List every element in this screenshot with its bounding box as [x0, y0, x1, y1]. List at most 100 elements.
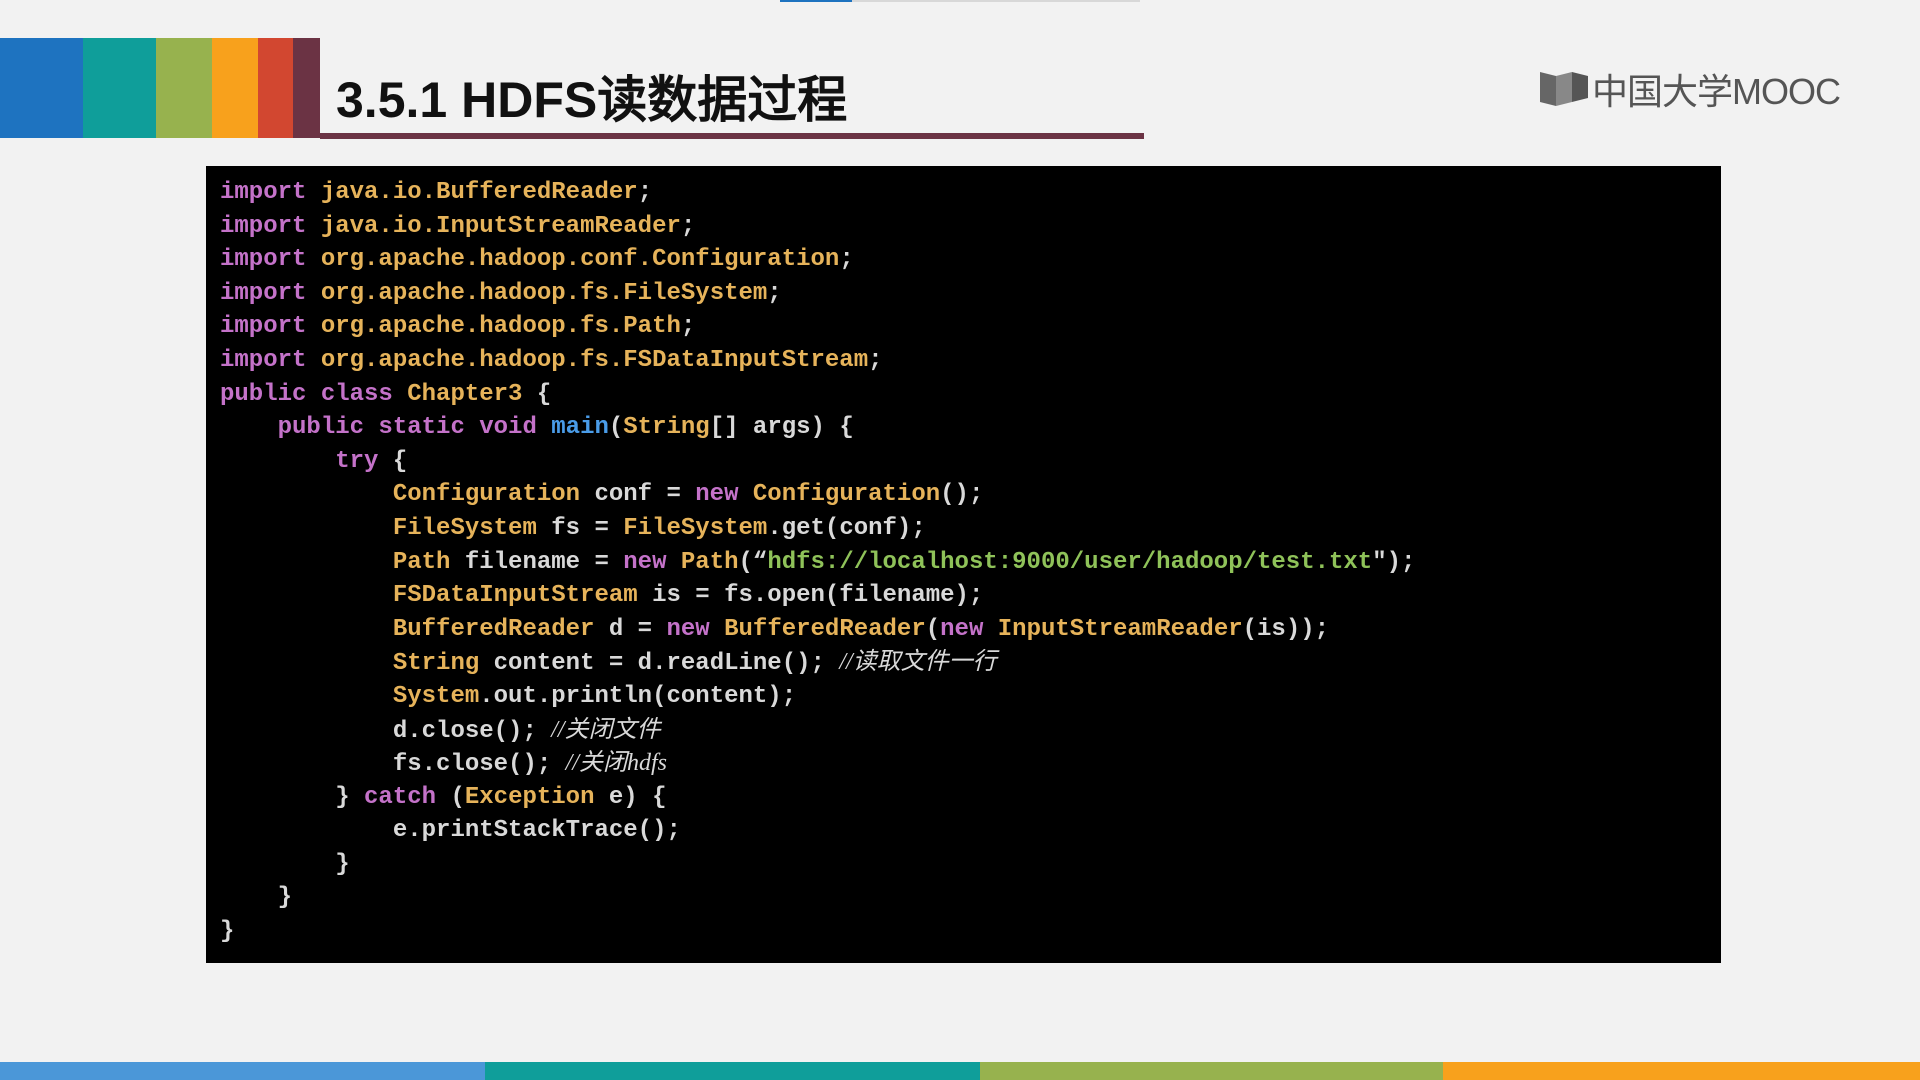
- code-line: import org.apache.hadoop.fs.FileSystem;: [220, 277, 1721, 311]
- code-token: ;: [839, 246, 854, 274]
- code-line: public static void main(String[] args) {: [220, 411, 1721, 445]
- code-token: Configuration: [738, 481, 941, 509]
- code-token: (: [925, 615, 941, 643]
- code-token: //读取文件一行: [839, 649, 997, 676]
- code-token: {: [378, 447, 408, 475]
- code-token: ;: [680, 313, 696, 341]
- code-token: java.io.InputStreamReader: [306, 212, 681, 240]
- code-token: ");: [1372, 548, 1416, 576]
- code-line: Path filename = new Path(“hdfs://localho…: [220, 546, 1721, 580]
- color-block: [212, 38, 258, 138]
- code-token: org.apache.hadoop.fs.FSDataInputStream: [306, 346, 869, 374]
- code-block: import java.io.BufferedReader; import jav…: [206, 166, 1721, 963]
- code-token: ;: [680, 212, 696, 240]
- code-token: ;: [767, 279, 782, 307]
- code-line: e.printStackTrace();: [220, 814, 1721, 848]
- code-token: (: [608, 414, 624, 442]
- code-line: import org.apache.hadoop.fs.Path;: [220, 310, 1721, 344]
- color-block: [293, 38, 320, 138]
- code-line: }: [220, 848, 1721, 882]
- code-line: import java.io.InputStreamReader;: [220, 210, 1721, 244]
- code-token: BufferedReader: [220, 615, 595, 643]
- footer-block: [485, 1062, 980, 1080]
- slide-title: 3.5.1 HDFS读数据过程: [336, 72, 848, 128]
- code-token: main: [536, 414, 609, 442]
- color-block: [156, 38, 212, 138]
- code-token: d.close();: [220, 717, 552, 745]
- code-token: .out.println(content);: [479, 682, 797, 710]
- code-token: FSDataInputStream: [220, 582, 638, 610]
- code-token: .get(conf);: [767, 514, 926, 542]
- code-line: }: [220, 881, 1721, 915]
- code-line: d.close(); //关闭文件: [220, 714, 1721, 748]
- top-progress-line: [780, 0, 1140, 2]
- code-token: catch: [364, 783, 437, 811]
- code-token: import: [220, 346, 307, 374]
- code-token: try: [220, 447, 379, 475]
- color-block: [258, 38, 293, 138]
- title-area: 3.5.1 HDFS读数据过程: [320, 38, 1144, 139]
- footer-color-bar: [0, 1062, 1920, 1080]
- code-line: } catch (Exception e) {: [220, 781, 1721, 815]
- code-token: System: [220, 682, 480, 710]
- header-color-bar: [0, 38, 320, 138]
- code-token: String: [623, 414, 710, 442]
- code-token: java.io.BufferedReader: [306, 179, 638, 206]
- code-token: InputStreamReader: [983, 615, 1243, 643]
- code-token: import: [220, 246, 307, 274]
- code-token: import: [220, 212, 307, 240]
- code-token: e.printStackTrace();: [220, 817, 681, 845]
- code-token: public class: [220, 380, 393, 408]
- code-token: ();: [940, 481, 984, 509]
- code-line: public class Chapter3 {: [220, 378, 1721, 412]
- color-block: [83, 38, 156, 138]
- code-token: public static void: [220, 414, 537, 442]
- code-token: //关闭文件: [551, 716, 661, 743]
- code-token: hdfs://localhost:9000/user/hadoop/test.t…: [767, 548, 1373, 576]
- code-token: ;: [637, 179, 653, 206]
- code-line: import org.apache.hadoop.conf.Configurat…: [220, 243, 1721, 277]
- code-token: fs =: [536, 514, 624, 542]
- code-line: try {: [220, 445, 1721, 479]
- code-token: new: [695, 481, 739, 509]
- code-token: }: [220, 783, 365, 811]
- code-token: org.apache.hadoop.fs.Path: [306, 313, 681, 341]
- code-token: {: [522, 380, 552, 408]
- code-token: filename =: [450, 548, 624, 576]
- code-token: [] args) {: [709, 414, 854, 442]
- code-token: FileSystem: [623, 514, 768, 542]
- code-token: fs.close();: [220, 751, 566, 779]
- footer-block: [980, 1062, 1443, 1080]
- code-line: }: [220, 915, 1721, 949]
- code-token: Path: [666, 548, 739, 576]
- code-token: ;: [868, 346, 883, 374]
- code-token: conf =: [580, 481, 696, 509]
- code-line: fs.close(); //关闭hdfs: [220, 747, 1721, 781]
- code-line: BufferedReader d = new BufferedReader(ne…: [220, 613, 1721, 647]
- top-progress-segment: [780, 0, 852, 2]
- title-underline: [320, 133, 1144, 139]
- mooc-book-icon: [1538, 68, 1590, 110]
- code-line: import java.io.BufferedReader;: [220, 176, 1721, 210]
- code-token: FileSystem: [220, 514, 537, 542]
- code-token: }: [220, 850, 350, 878]
- code-token: new: [940, 615, 984, 643]
- code-token: is = fs.open(filename);: [637, 582, 984, 610]
- code-token: //关闭hdfs: [565, 750, 667, 777]
- mooc-logo: 中国大学MOOC: [1538, 66, 1841, 112]
- code-line: Configuration conf = new Configuration()…: [220, 478, 1721, 512]
- code-line: System.out.println(content);: [220, 680, 1721, 714]
- code-token: (is));: [1242, 615, 1330, 643]
- code-token: new: [666, 615, 710, 643]
- code-token: org.apache.hadoop.fs.FileSystem: [306, 279, 768, 307]
- code-token: (“: [738, 548, 768, 576]
- code-line: import org.apache.hadoop.fs.FSDataInputS…: [220, 344, 1721, 378]
- code-token: BufferedReader: [709, 615, 926, 643]
- code-token: import: [220, 179, 307, 206]
- code-token: e) {: [594, 783, 667, 811]
- color-block: [0, 38, 83, 138]
- footer-block: [0, 1062, 485, 1080]
- code-token: Path: [220, 548, 451, 576]
- code-token: d =: [594, 615, 667, 643]
- code-token: }: [220, 884, 293, 912]
